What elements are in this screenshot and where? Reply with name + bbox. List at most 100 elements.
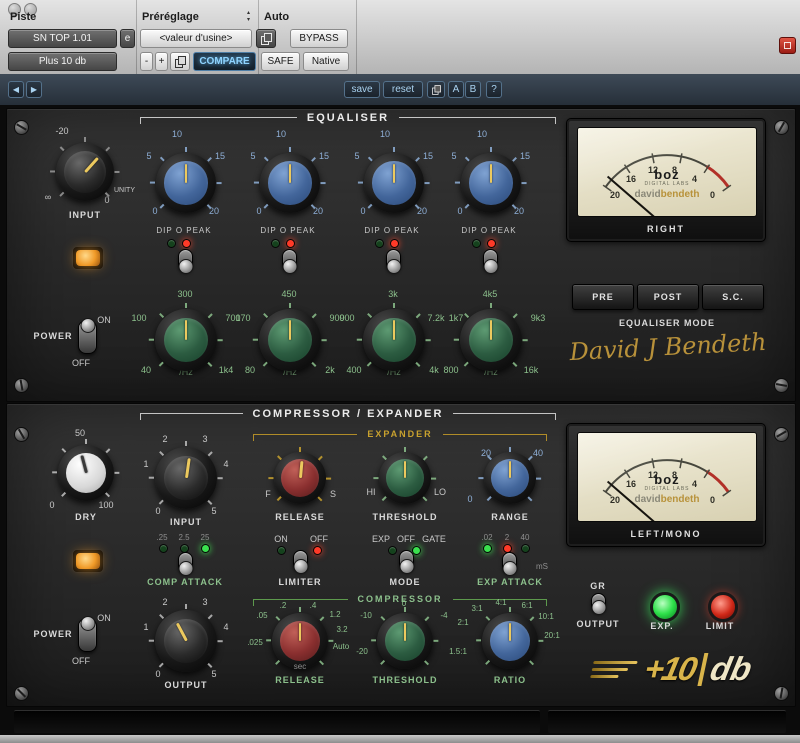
comp-input-knob[interactable] [153,445,219,511]
setting-b-button[interactable]: B [465,81,481,98]
eq-input-knob[interactable] [54,141,116,203]
plugin-selector[interactable]: Plus 10 db [8,52,117,71]
eq-band2-dip-peak-toggle[interactable] [282,249,297,272]
dry-knob[interactable] [56,443,116,503]
vu-scale-label: 0 [710,190,715,200]
eq-band2-freq-knob[interactable] [257,307,323,373]
save-button[interactable]: save [344,81,380,98]
vu-channel-label: LEFT/MONO [567,529,765,539]
gain-tick-label: 5 [146,151,151,161]
prev-plugin-button[interactable]: ◀ [8,81,24,98]
knob-tick [186,477,223,479]
gain-tick-label: 5 [451,151,456,161]
target-button[interactable] [779,37,796,54]
exp-attack-tick-label: .02 [481,533,492,542]
knob-tick [149,477,186,479]
knob-tick [509,447,511,478]
comp-output-knob[interactable] [153,608,219,674]
mode-toggle[interactable] [399,550,414,572]
reset-button[interactable]: reset [383,81,423,98]
comp-threshold-knob[interactable] [375,611,435,671]
release-tick-label: S [330,489,336,499]
freq-tick-label: 170 [235,313,250,323]
eq-band1-freq-knob[interactable] [153,307,219,373]
eq-power-label: POWER [33,331,72,341]
vu-scale-label: 0 [710,495,715,505]
preset-collapse-down-icon[interactable]: ▾ [247,17,250,23]
setting-a-button[interactable]: A [448,81,464,98]
sidechain-button[interactable]: S.C. [702,284,764,310]
equaliser-mode-label: EQUALISER MODE [619,318,715,328]
track-selector[interactable]: SN TOP 1.01 [8,29,117,48]
comp-attack-toggle[interactable] [178,552,193,574]
boz-logo-sub: DIGITAL LABS [578,181,756,187]
bypass-button[interactable]: BYPASS [290,29,348,48]
limiter-toggle[interactable] [293,550,308,572]
freq-tick-label: 2k [325,365,335,375]
settings-menu-button[interactable] [170,52,190,71]
knob-tick [509,607,511,641]
comp-attack-tick-label: .25 [156,533,167,542]
crel-tick-label: .05 [256,611,267,620]
preset-selector[interactable]: <valeur d'usine> [140,29,252,48]
eq-band3-gain-knob[interactable] [362,151,426,215]
eq-power-lamp [76,250,100,266]
comp-power-toggle[interactable] [78,618,97,652]
preset-collapse-up-icon[interactable]: ▴ [247,10,250,16]
ratio-knob[interactable] [480,611,540,671]
gr-output-label: OUTPUT [577,619,620,629]
knob-tick [149,339,186,341]
dip-led [472,239,481,248]
eq-band1-gain-knob[interactable] [154,151,218,215]
bottom-tray-left [14,710,540,733]
safe-button[interactable]: SAFE [261,52,300,71]
release-tick-label: F [265,489,271,499]
range-knob[interactable] [482,450,538,506]
screw [14,378,29,393]
copy-ab-button[interactable] [427,81,445,98]
native-button[interactable]: Native [303,52,349,71]
eq-band2-gain-knob[interactable] [258,151,322,215]
eq-input-tick-label: ∞ [45,192,51,202]
freq-tick-label: 4k5 [483,289,498,299]
knob-tick [490,303,492,340]
boz-logo: boz [578,472,756,487]
next-preset-button[interactable]: + [155,52,168,71]
dry-tick-label: 50 [75,428,85,438]
toggle-ball [399,559,414,574]
dip-led [375,239,384,248]
exp-attack-tick-label: 40 [521,533,530,542]
gr-label: GR [590,581,606,591]
gr-output-toggle[interactable] [591,593,606,613]
knob-tick [393,303,395,340]
equaliser-title-text: EQUALISER [297,112,399,124]
eq-band4-dip-peak-toggle[interactable] [483,249,498,272]
compare-button[interactable]: COMPARE [193,52,256,71]
dip-peak-label: DIP O PEAK [461,226,516,235]
logo-stripes [590,661,638,678]
vu-meter-graphics [578,128,756,216]
exp-release-knob[interactable] [272,450,328,506]
pre-button[interactable]: PRE [572,284,634,310]
next-plugin-button[interactable]: ▶ [26,81,42,98]
eq-power-toggle[interactable] [78,320,97,354]
plus10db-logo: +10 db [587,644,780,694]
eq-band3-freq-knob[interactable] [361,307,427,373]
input-tick-label: 2 [162,434,167,444]
comp-attack-led [201,544,210,553]
previous-preset-button[interactable]: - [140,52,153,71]
exp-attack-toggle[interactable] [502,552,517,574]
crel-tick-label: 3.2 [336,625,347,634]
post-button[interactable]: POST [637,284,699,310]
exp-threshold-knob[interactable] [377,450,433,506]
dip-peak-label: DIP O PEAK [364,226,419,235]
eq-band4-freq-knob[interactable] [458,307,524,373]
eq-band3-dip-peak-toggle[interactable] [386,249,401,272]
ratio-tick-label: 10:1 [538,612,554,621]
help-button[interactable]: ? [486,81,502,98]
eq-band1-dip-peak-toggle[interactable] [178,249,193,272]
edit-button[interactable]: e [120,29,135,48]
eq-band4-gain-knob[interactable] [459,151,523,215]
librarian-menu-button[interactable] [256,29,276,48]
freq-tick-label: 900 [339,313,354,323]
